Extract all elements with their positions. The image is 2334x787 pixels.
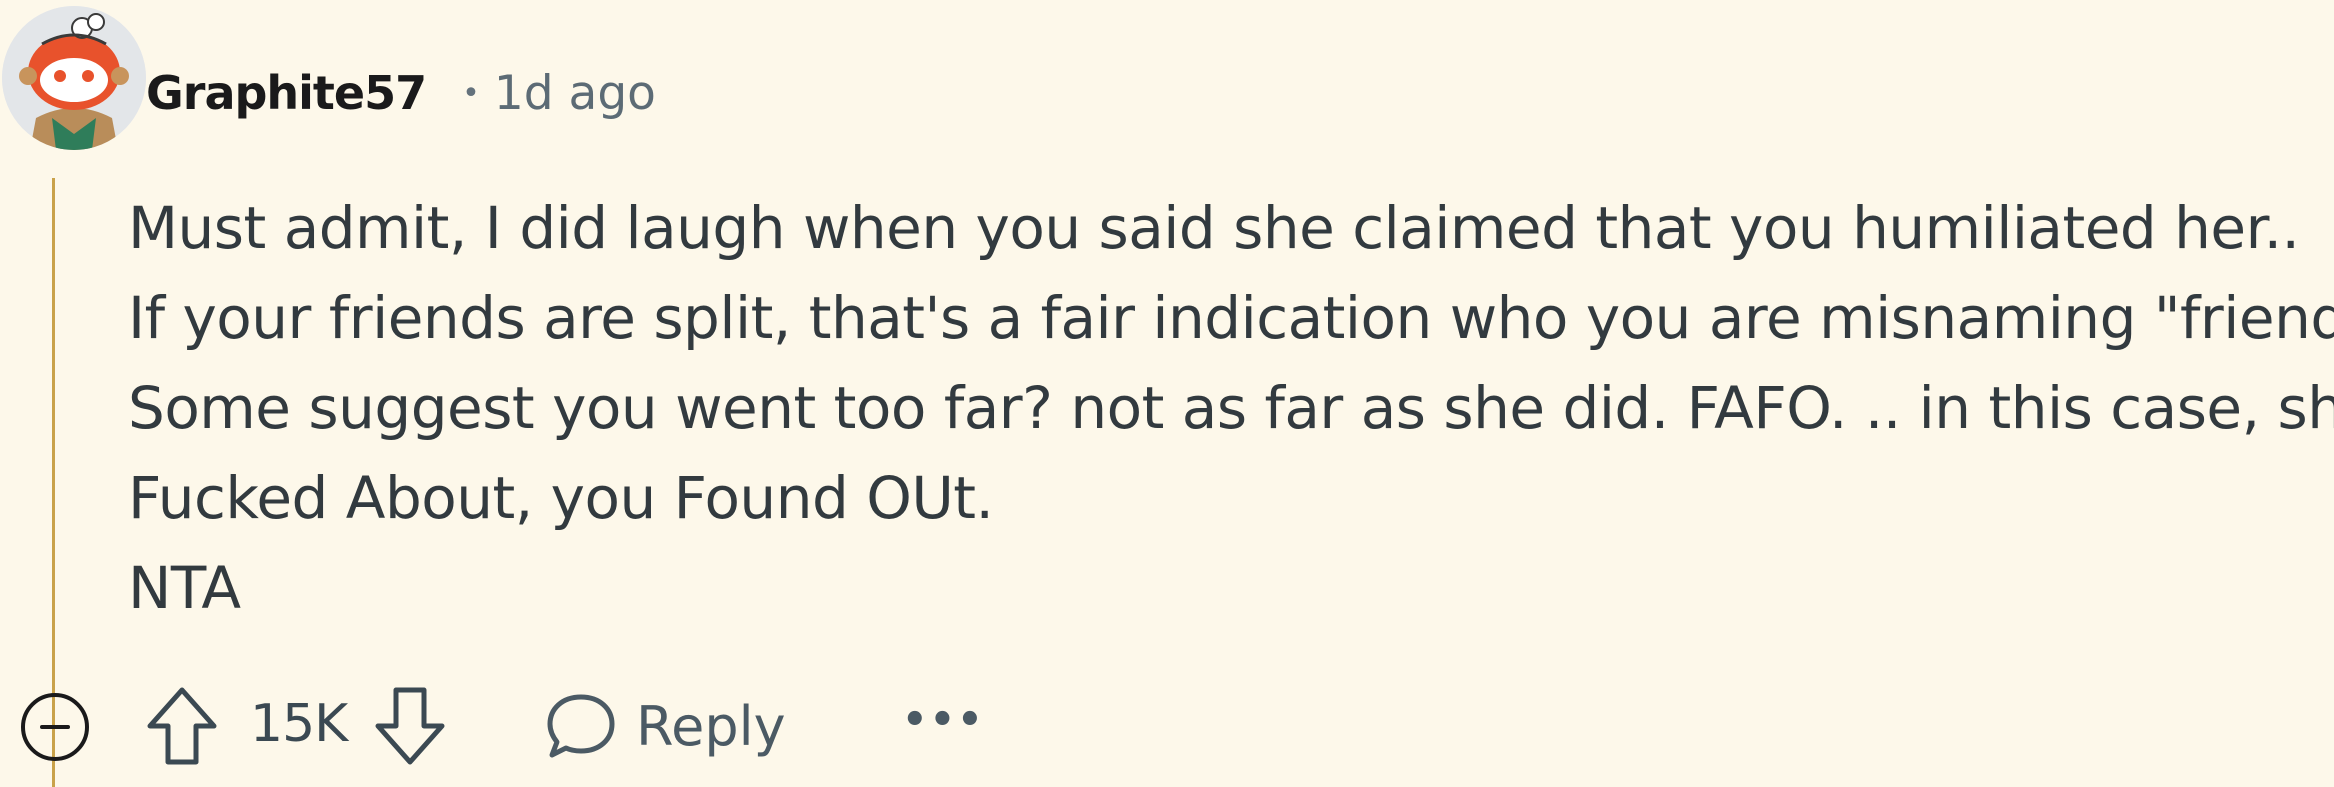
- meta-separator: •: [462, 75, 480, 111]
- upvote-button[interactable]: [146, 684, 218, 768]
- username-link[interactable]: Graphite57: [146, 66, 427, 120]
- comment-header: Graphite57 • 1d ago: [146, 58, 656, 128]
- comment-line: NTA: [128, 554, 241, 622]
- reply-label: Reply: [636, 694, 786, 758]
- downvote-arrow-icon: [375, 687, 445, 765]
- comment-line: Must admit, I did laugh when you said sh…: [128, 194, 2300, 262]
- upvote-arrow-icon: [147, 687, 217, 765]
- more-options-icon: •••: [902, 697, 985, 743]
- comment-card: Graphite57 • 1d ago Must admit, I did la…: [0, 0, 2334, 787]
- collapse-minus-icon: [21, 693, 89, 761]
- avatar[interactable]: [2, 6, 146, 150]
- comment-line: Some suggest you went too far? not as fa…: [128, 374, 2334, 442]
- comment-line: If your friends are split, that's a fair…: [128, 284, 2334, 352]
- downvote-button[interactable]: [374, 684, 446, 768]
- snoo-avatar-icon: [2, 6, 146, 150]
- vote-count: 15K: [250, 694, 348, 754]
- reply-button[interactable]: Reply: [546, 688, 786, 764]
- comment-line: Fucked About, you Found OUt.: [128, 464, 994, 532]
- comment-body: Must admit, I did laugh when you said sh…: [128, 183, 2334, 633]
- collapse-thread-button[interactable]: [20, 692, 90, 762]
- more-options-button[interactable]: •••: [902, 697, 985, 743]
- comment-actions-bar: 15K Reply •••: [0, 680, 1000, 765]
- speech-bubble-icon: [547, 694, 615, 758]
- timestamp[interactable]: 1d ago: [494, 66, 656, 121]
